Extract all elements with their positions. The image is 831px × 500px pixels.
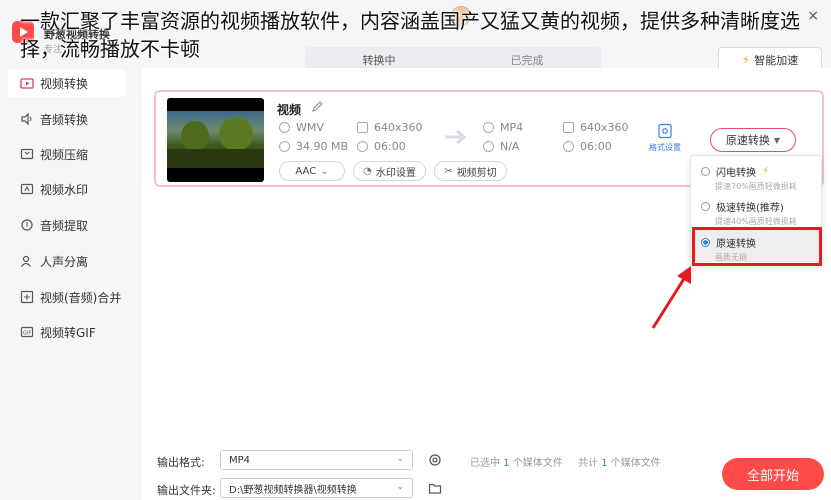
- scissors-icon: ✂: [444, 165, 453, 177]
- video-icon: [20, 76, 34, 90]
- size-icon: [279, 141, 290, 152]
- output-format-label: 输出格式:: [157, 456, 205, 469]
- option-desc: 提速40%画质轻微损耗: [715, 217, 797, 226]
- overlay-caption: 一款汇聚了丰富资源的视频播放软件，内容涵盖国产又猛又黄的视频，提供多种清晰度选择…: [20, 9, 800, 61]
- sidebar-item-label: 人声分离: [40, 254, 89, 269]
- clock-icon: [357, 141, 368, 152]
- source-size: 34.90 MB: [279, 140, 348, 153]
- size-icon: [483, 141, 494, 152]
- radio-button[interactable]: [701, 167, 710, 176]
- resolution-icon: [563, 122, 574, 133]
- audio-codec-value: AAC: [295, 165, 317, 177]
- sidebar-item-label: 视频转换: [40, 76, 89, 91]
- sidebar-item-merge[interactable]: 视频(音频)合并: [8, 283, 126, 311]
- merge-icon: [20, 290, 34, 304]
- option-label: 闪电转换: [716, 168, 756, 179]
- source-duration: 06:00: [357, 140, 406, 153]
- source-resolution: 640x360: [357, 121, 423, 134]
- chevron-down-icon: ⌄: [396, 454, 404, 464]
- chevron-down-icon: ⌄: [396, 482, 404, 492]
- caret-down-icon: ▼: [773, 135, 781, 145]
- format-settings-button[interactable]: 格式设置: [648, 123, 682, 153]
- start-all-button[interactable]: 全部开始: [722, 458, 824, 490]
- compress-icon: [20, 147, 34, 161]
- watermark-icon: [20, 182, 34, 196]
- video-cut-label: 视频剪切: [456, 167, 497, 179]
- target-duration: 06:00: [563, 140, 612, 153]
- output-folder-select[interactable]: D:\野葱视频转换器\视频转换 ⌄: [220, 478, 413, 498]
- pencil-icon[interactable]: [311, 101, 323, 113]
- target-format: MP4: [483, 121, 523, 134]
- sidebar-item-label: 视频水印: [40, 182, 89, 197]
- option-fast-convert[interactable]: 极速转换(推荐) 提速40%画质轻微损耗: [701, 199, 813, 227]
- person-icon: [20, 254, 34, 268]
- convert-mode-value: 原速转换: [725, 134, 770, 147]
- total-count-text: 共计 1 个媒体文件: [578, 458, 661, 469]
- speaker-icon: [20, 112, 34, 126]
- convert-mode-select[interactable]: 原速转换 ▼: [710, 128, 796, 152]
- radio-button[interactable]: [701, 202, 710, 211]
- highlight-box: [692, 227, 822, 266]
- sidebar-item-label: 视频压缩: [40, 147, 89, 162]
- video-cut-button[interactable]: ✂ 视频剪切: [434, 161, 507, 181]
- sidebar-item-vocal-separate[interactable]: 人声分离: [8, 247, 126, 275]
- chevron-down-icon: ⌄: [320, 165, 329, 177]
- extract-icon: [20, 218, 34, 232]
- sidebar-item-label: 音频转换: [40, 112, 89, 127]
- audio-codec-select[interactable]: AAC ⌄: [279, 161, 345, 181]
- sidebar-item-video-convert[interactable]: 视频转换: [8, 69, 126, 97]
- red-arrow-icon: [651, 266, 691, 329]
- gear-icon[interactable]: [428, 453, 442, 467]
- format-icon: [483, 122, 494, 133]
- sidebar-item-video-to-gif[interactable]: GIF 视频转GIF: [8, 318, 126, 346]
- output-folder-label: 输出文件夹:: [157, 484, 216, 497]
- folder-icon[interactable]: [428, 481, 442, 495]
- clock-icon: [563, 141, 574, 152]
- target-resolution: 640x360: [563, 121, 629, 134]
- sidebar-item-audio-convert[interactable]: 音频转换: [8, 105, 126, 133]
- convert-arrow-icon: [445, 129, 467, 145]
- format-icon: [279, 122, 290, 133]
- sidebar-item-label: 视频(音频)合并: [40, 290, 122, 305]
- sidebar-item-label: 音频提取: [40, 218, 89, 233]
- sidebar-item-video-watermark[interactable]: 视频水印: [8, 175, 126, 203]
- output-folder-value: D:\野葱视频转换器\视频转换: [229, 484, 357, 496]
- output-format-value: MP4: [229, 454, 251, 466]
- watermark-settings-label: 水印设置: [375, 167, 416, 179]
- option-label: 极速转换(推荐): [716, 203, 784, 214]
- option-desc: 提速70%画质轻微损耗: [715, 182, 797, 191]
- file-name: 视频: [277, 103, 302, 117]
- format-settings-label: 格式设置: [649, 143, 681, 152]
- gif-icon: GIF: [20, 325, 34, 339]
- source-format: WMV: [279, 121, 324, 134]
- svg-text:GIF: GIF: [23, 331, 31, 337]
- lightning-icon: ⚡: [762, 166, 770, 177]
- video-thumbnail[interactable]: [167, 98, 264, 182]
- format-settings-icon: [658, 123, 672, 139]
- resolution-icon: [357, 122, 368, 133]
- watermark-settings-button[interactable]: ◔ 水印设置: [353, 161, 426, 181]
- target-size: N/A: [483, 140, 519, 153]
- sidebar-item-label: 视频转GIF: [40, 325, 96, 340]
- sidebar-item-video-compress[interactable]: 视频压缩: [8, 140, 126, 168]
- option-flash-convert[interactable]: 闪电转换 ⚡ 提速70%画质轻微损耗: [701, 164, 813, 192]
- selected-count-text: 已选中 1 个媒体文件: [470, 458, 563, 469]
- watermark-icon: ◔: [363, 165, 372, 177]
- output-format-select[interactable]: MP4 ⌄: [220, 450, 413, 470]
- sidebar-item-audio-extract[interactable]: 音频提取: [8, 211, 126, 239]
